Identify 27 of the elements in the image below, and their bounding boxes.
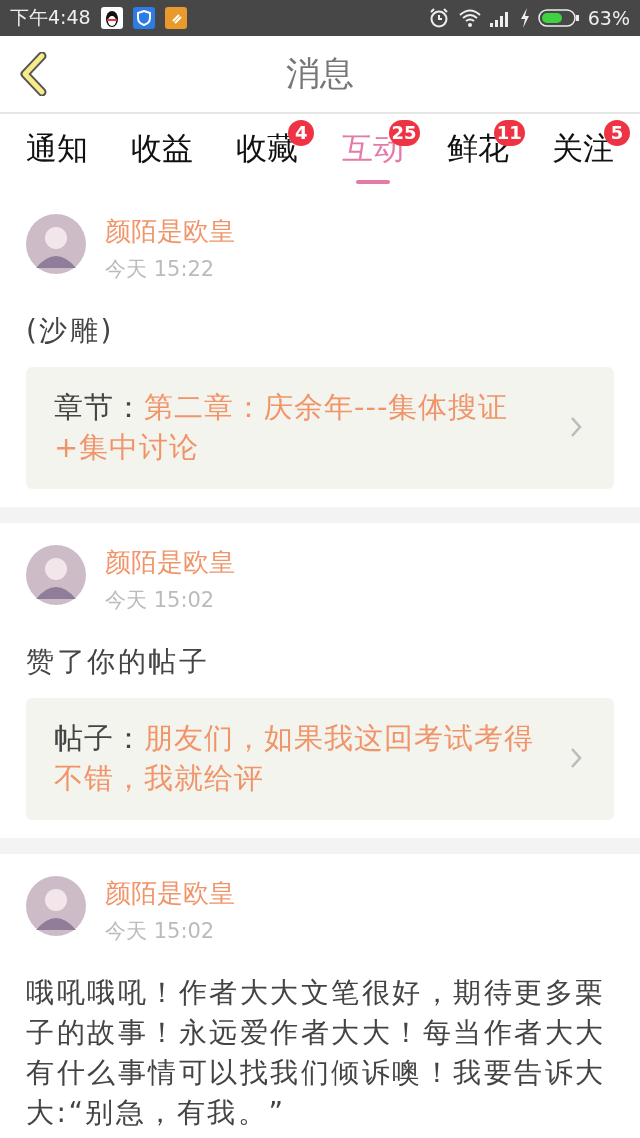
reference-card[interactable]: 帖子：朋友们，如果我这回考试考得不错，我就给评 (26, 698, 614, 820)
wifi-icon (457, 8, 482, 28)
post-time: 今天 15:02 (105, 587, 216, 614)
avatar-icon[interactable] (26, 214, 86, 274)
chevron-icon (570, 416, 582, 438)
penguin-icon (100, 7, 123, 29)
back-icon[interactable] (18, 52, 48, 96)
comment-text: (沙雕) (26, 313, 115, 349)
post-time: 今天 15:02 (105, 918, 216, 945)
reference-text: 章节：第二章：庆余年---集体搜证+集中讨论 (54, 389, 510, 466)
avatar-icon[interactable] (26, 876, 86, 936)
battery-icon (537, 9, 580, 27)
comment-text: 哦吼哦吼！作者大大文笔很好，期待更多栗子的故事！永远爱作者大大！每当作者大大有什么事情可以找我们倾诉噢！我要告诉大大:“别急，有我。” (26, 975, 607, 1131)
tab[interactable]: 收益 (131, 128, 194, 170)
reference-card[interactable]: 章节：第二章：庆余年---集体搜证+集中讨论 (26, 367, 614, 489)
status-time: 下午4:48 (10, 5, 91, 30)
battery-percent: 63% (587, 7, 630, 29)
post-time: 今天 15:22 (105, 256, 216, 283)
comment-text: 赞了你的帖子 (26, 644, 210, 680)
shield-icon (132, 7, 155, 29)
tab-indicator (355, 180, 390, 184)
charging-icon (519, 8, 530, 28)
avatar-icon[interactable] (26, 545, 86, 605)
page-title: 消息 (286, 52, 354, 95)
tab[interactable]: 通知 (26, 128, 88, 170)
reference-text: 帖子：朋友们，如果我这回考试考得不错，我就给评 (54, 720, 535, 797)
chevron-icon (570, 747, 582, 769)
